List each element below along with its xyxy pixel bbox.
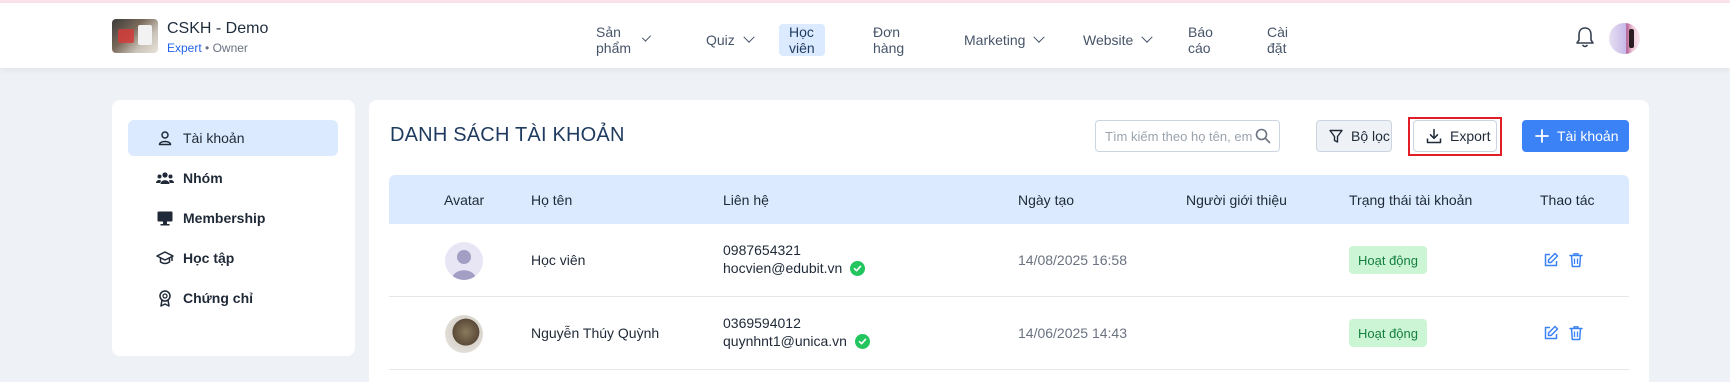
contact-phone: 0987654321 — [723, 242, 801, 258]
search-box — [1095, 120, 1280, 152]
chevron-down-icon — [641, 32, 652, 42]
sidebar: Tài khoản Nhóm Membership Học tập Chứng … — [112, 100, 355, 356]
column-header-avatar: Avatar — [444, 191, 485, 208]
filter-button-label: Bộ lọc — [1351, 128, 1390, 144]
column-header-actions: Thao tác — [1540, 191, 1595, 208]
brand-subtitle: Expert • Owner — [167, 40, 268, 56]
contact-info: 0987654321 hocvien@edubit.vn — [723, 241, 866, 277]
user-icon — [156, 129, 174, 147]
table-header: Avatar Họ tên Liên hệ Ngày tạo Người giớ… — [389, 175, 1629, 224]
plus-icon — [1535, 129, 1549, 143]
nav-item-marketing[interactable]: Marketing — [964, 24, 1046, 56]
nav-item-label: Học viên — [789, 24, 815, 56]
created-date: 14/06/2025 14:43 — [1018, 325, 1127, 341]
filter-icon — [1329, 129, 1343, 144]
table-row[interactable]: Nguyễn Thúy Quỳnh 0369594012 quynhnt1@un… — [389, 297, 1629, 370]
sidebar-item-chung-chi[interactable]: Chứng chỉ — [128, 280, 338, 316]
verified-check-icon — [850, 260, 866, 276]
search-input[interactable] — [1096, 121, 1256, 151]
nav-item-don-hang[interactable]: Đơn hàng — [873, 24, 904, 56]
add-account-button-label: Tài khoản — [1557, 128, 1619, 144]
nav-item-label: Marketing — [964, 32, 1026, 48]
nav-item-label: Website — [1083, 32, 1134, 48]
page-title: DANH SÁCH TÀI KHOẢN — [390, 124, 625, 146]
nav-item-cai-dat[interactable]: Cài đặt — [1267, 24, 1288, 56]
user-avatar[interactable] — [1609, 23, 1640, 54]
student-name: Học viên — [531, 252, 586, 268]
edit-icon[interactable] — [1543, 252, 1559, 268]
student-name: Nguyễn Thúy Quỳnh — [531, 325, 660, 341]
brand-logo — [112, 19, 158, 53]
nav-item-label: Báo cáo — [1188, 24, 1213, 56]
status-badge: Hoạt động — [1349, 246, 1427, 274]
nav-item-label: Sản phẩm — [596, 24, 632, 56]
export-button[interactable]: Export — [1413, 120, 1497, 152]
brand-name: CSKH - Demo — [167, 20, 269, 37]
trash-icon[interactable] — [1568, 325, 1584, 341]
brand[interactable]: CSKH - Demo Expert • Owner — [112, 19, 268, 56]
contact-email: quynhnt1@unica.vn — [723, 333, 847, 349]
column-header-referrer: Người giới thiệu — [1186, 191, 1287, 208]
contact-info: 0369594012 quynhnt1@unica.vn — [723, 314, 870, 350]
download-icon — [1426, 128, 1442, 144]
nav-item-hoc-vien[interactable]: Học viên — [779, 24, 825, 56]
contact-phone: 0369594012 — [723, 315, 801, 331]
sidebar-item-tai-khoan[interactable]: Tài khoản — [128, 120, 338, 156]
certificate-icon — [156, 289, 174, 307]
plan-separator: • — [201, 41, 213, 55]
monitor-icon — [156, 209, 174, 227]
plan-label: Expert — [167, 41, 202, 55]
brand-text: CSKH - Demo Expert • Owner — [167, 19, 268, 56]
chevron-down-icon — [743, 31, 755, 43]
add-account-button[interactable]: Tài khoản — [1522, 120, 1629, 152]
account-list-panel: DANH SÁCH TÀI KHOẢN Bộ lọc Export Tài kh… — [369, 100, 1649, 382]
sidebar-item-label: Tài khoản — [183, 130, 245, 146]
search-icon[interactable] — [1255, 128, 1271, 144]
sidebar-item-label: Chứng chỉ — [183, 290, 254, 306]
trash-icon[interactable] — [1568, 252, 1584, 268]
nav-item-label: Cài đặt — [1267, 24, 1289, 56]
top-header: CSKH - Demo Expert • Owner Sản phẩm Quiz… — [0, 3, 1730, 68]
nav-item-label: Quiz — [706, 32, 735, 48]
contact-email-line: hocvien@edubit.vn — [723, 259, 866, 277]
contact-email: hocvien@edubit.vn — [723, 260, 843, 276]
group-icon — [156, 169, 174, 187]
nav-item-quiz[interactable]: Quiz — [706, 24, 755, 56]
sidebar-item-label: Học tập — [183, 250, 235, 266]
avatar — [445, 315, 483, 353]
sidebar-item-nhom[interactable]: Nhóm — [128, 160, 338, 196]
chevron-down-icon — [1141, 31, 1153, 43]
sidebar-item-hoc-tap[interactable]: Học tập — [128, 240, 338, 276]
column-header-name: Họ tên — [531, 191, 573, 208]
filter-button[interactable]: Bộ lọc — [1316, 120, 1392, 152]
sidebar-item-label: Nhóm — [183, 170, 223, 186]
role-label: Owner — [212, 41, 248, 55]
verified-check-icon — [854, 333, 870, 349]
column-header-created: Ngày tạo — [1018, 191, 1075, 208]
column-header-contact: Liên hệ — [723, 191, 769, 208]
bell-icon[interactable] — [1574, 25, 1596, 49]
avatar — [445, 242, 483, 280]
contact-email-line: quynhnt1@unica.vn — [723, 332, 870, 350]
table-row[interactable]: Học viên 0987654321 hocvien@edubit.vn 14… — [389, 224, 1629, 297]
sidebar-item-label: Membership — [183, 210, 266, 226]
column-header-status: Trạng thái tài khoản — [1349, 191, 1473, 208]
export-button-label: Export — [1450, 128, 1491, 144]
created-date: 14/08/2025 16:58 — [1018, 252, 1127, 268]
nav-item-san-pham[interactable]: Sản phẩm — [596, 24, 652, 56]
chevron-down-icon — [1033, 31, 1046, 43]
sidebar-item-membership[interactable]: Membership — [128, 200, 338, 236]
status-badge: Hoạt động — [1349, 319, 1427, 347]
nav-item-bao-cao[interactable]: Báo cáo — [1188, 24, 1213, 56]
edit-icon[interactable] — [1543, 325, 1559, 341]
nav-item-website[interactable]: Website — [1083, 24, 1153, 56]
graduation-cap-icon — [156, 249, 174, 267]
nav-item-label: Đơn hàng — [873, 24, 905, 56]
